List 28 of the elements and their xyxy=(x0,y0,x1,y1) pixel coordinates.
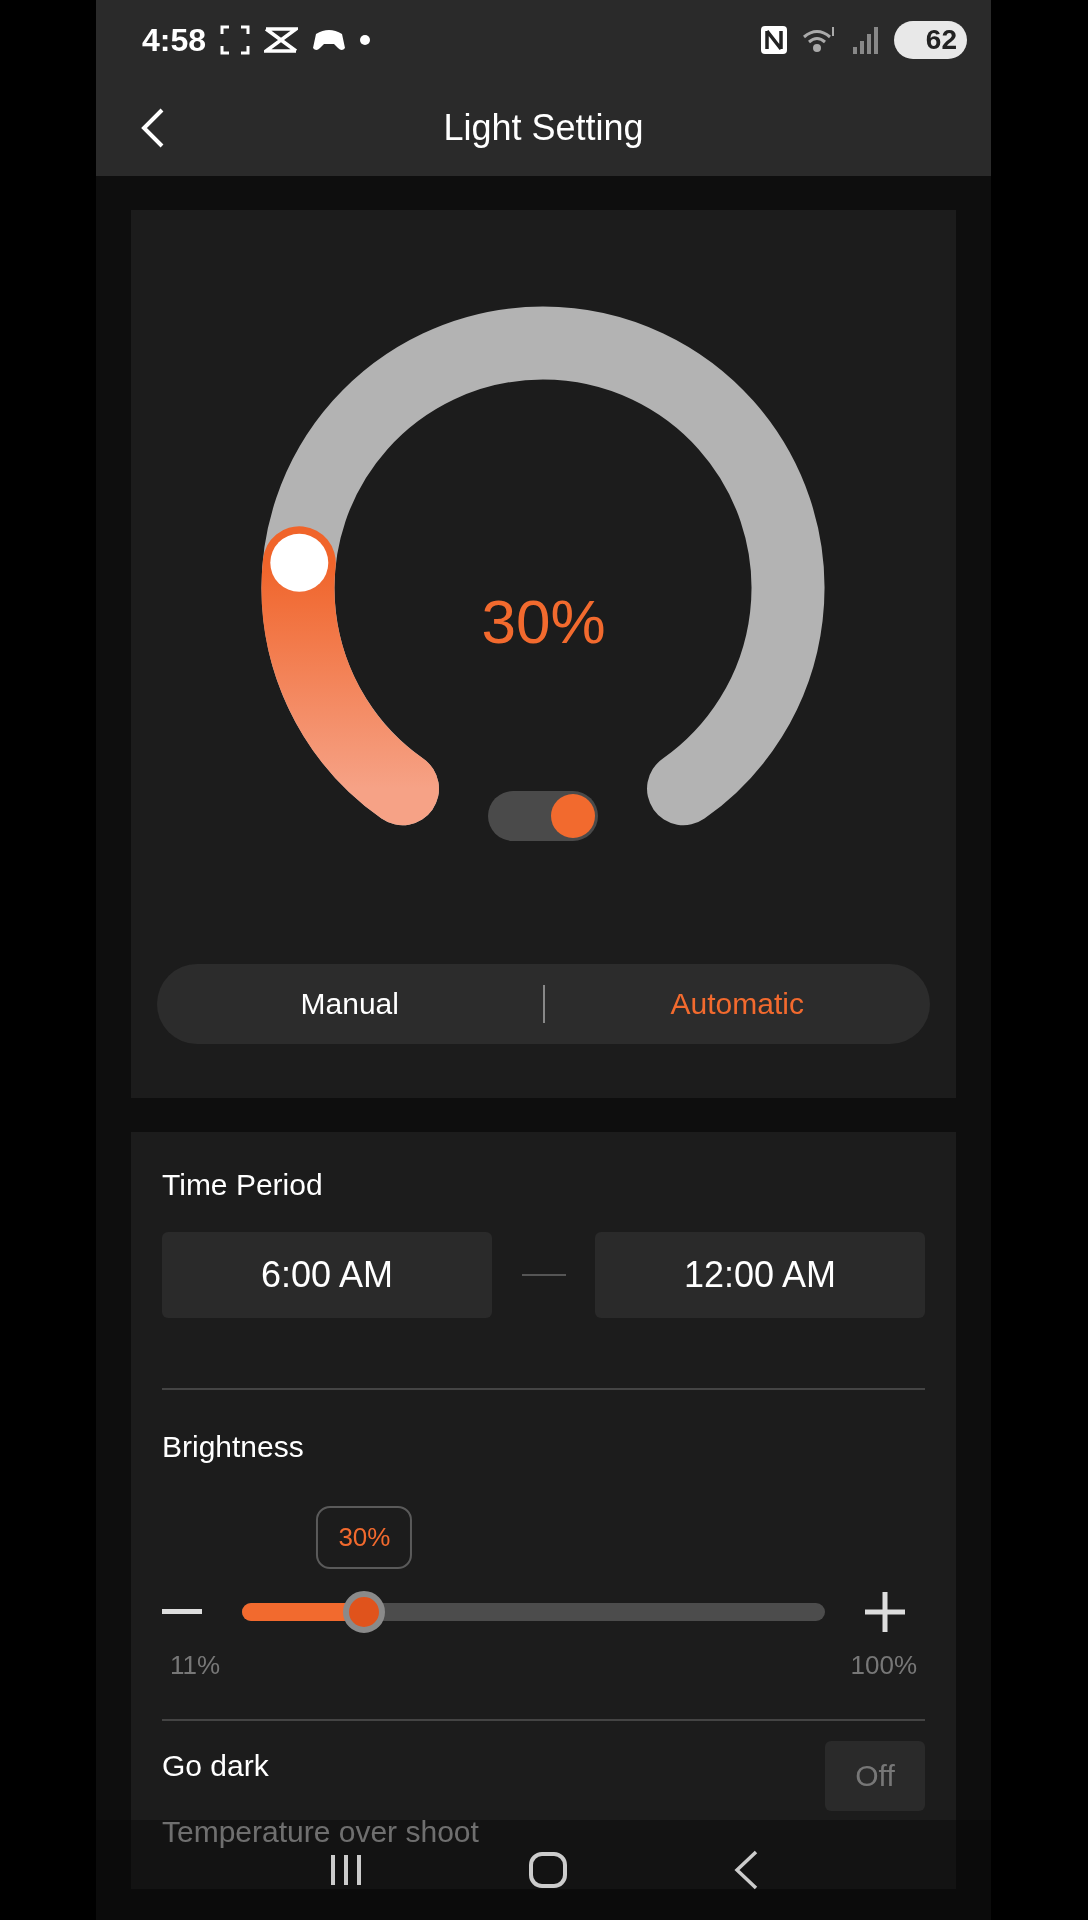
min-label: 11% xyxy=(170,1650,221,1681)
max-label: 100% xyxy=(850,1650,917,1681)
end-time-button[interactable]: 12:00 AM xyxy=(595,1232,925,1318)
start-time-button[interactable]: 6:00 AM xyxy=(162,1232,492,1318)
mode-tab[interactable]: Automatic xyxy=(544,969,930,1039)
home-icon[interactable] xyxy=(529,1852,568,1888)
slider-thumb[interactable] xyxy=(343,1591,386,1633)
section-label: Time Period xyxy=(162,1168,324,1202)
power-switch[interactable] xyxy=(488,791,598,841)
minus-icon[interactable] xyxy=(162,1609,202,1615)
value-tooltip: 30% xyxy=(316,1506,413,1569)
dot-icon xyxy=(360,35,371,45)
section-label: Brightness xyxy=(162,1430,305,1464)
mode-tab[interactable]: Manual xyxy=(157,969,543,1039)
signal-icon xyxy=(851,25,880,55)
dial-track[interactable] xyxy=(261,307,825,826)
screenshot-icon xyxy=(220,25,251,55)
brightness-value: 30% xyxy=(481,586,606,658)
page-title: Light Setting xyxy=(443,107,644,149)
setting-label: Go dark xyxy=(162,1749,269,1783)
setting-label: Temperature over shoot xyxy=(162,1815,480,1849)
plus-icon[interactable] xyxy=(865,1592,905,1632)
dial-thumb[interactable] xyxy=(270,533,329,592)
battery-indicator: 62 xyxy=(893,21,967,59)
back-icon[interactable] xyxy=(733,1850,758,1890)
status-time: 4:58 xyxy=(142,21,207,59)
nfc-icon xyxy=(759,25,788,55)
recent-apps-icon[interactable] xyxy=(329,1853,364,1887)
